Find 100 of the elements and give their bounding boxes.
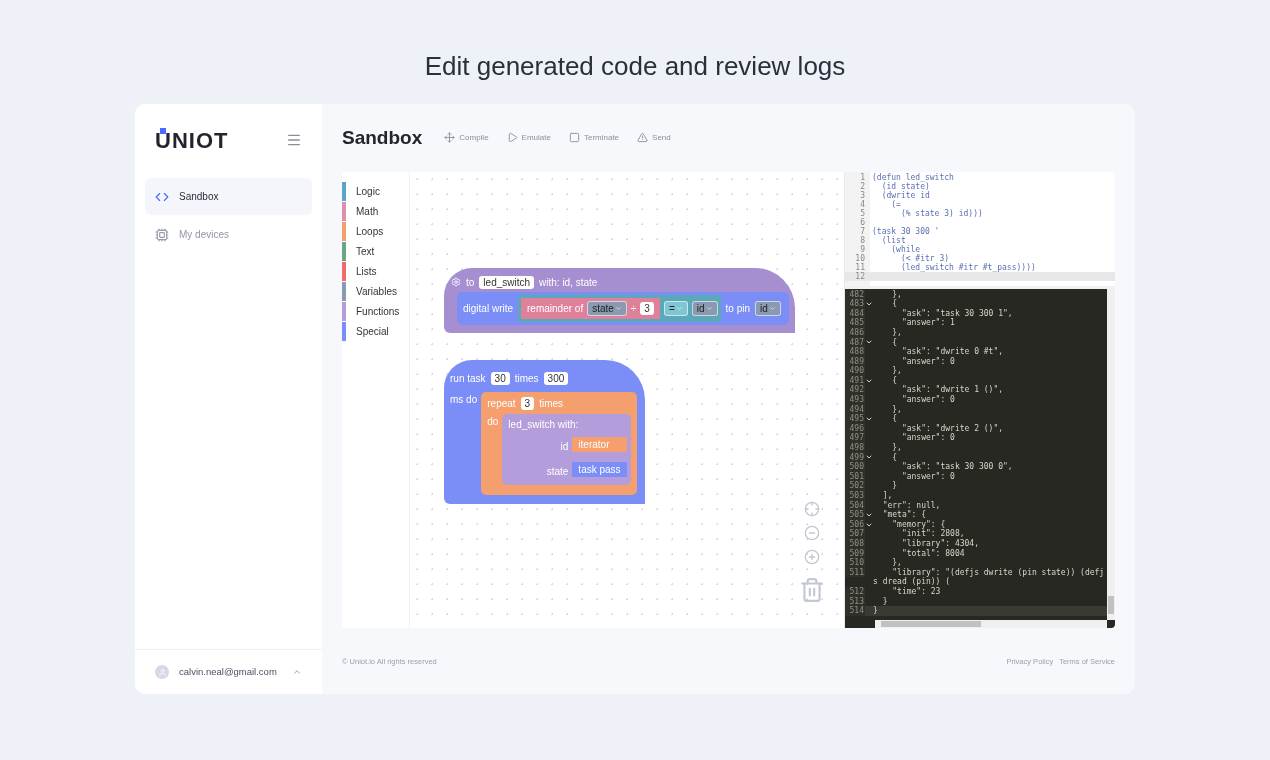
block-label: to pin	[725, 301, 751, 316]
log-line: "ask": "task 30 300 1",	[900, 308, 1014, 318]
log-line: "answer": 0	[900, 356, 956, 367]
function-name-field[interactable]: led_switch	[479, 275, 535, 289]
compare-block[interactable]: remainder of state ÷ 3 = id	[518, 294, 721, 322]
line-number: 484	[845, 308, 865, 319]
code-line: (% state 3) id)))	[899, 208, 983, 218]
code-line: (dwrite id	[880, 190, 930, 200]
line-number: 486	[845, 327, 865, 338]
block-label: run task	[450, 371, 486, 386]
line-number: 11	[854, 262, 865, 272]
line-number: 483	[845, 299, 865, 309]
code-line: (task 30 300 '	[872, 226, 940, 236]
line-number: 2	[859, 181, 865, 191]
log-line: "library": 4304,	[900, 539, 980, 549]
variable-dropdown[interactable]: id	[755, 300, 781, 316]
digital-write-block[interactable]: digital write remainder of state ÷ 3 = id to pin id	[457, 291, 789, 325]
code-line: (=	[890, 199, 901, 209]
chevron-up-icon[interactable]	[292, 667, 302, 677]
menu-button[interactable]	[286, 132, 302, 148]
category-item[interactable]: Lists	[356, 264, 377, 280]
log-line: "total": 8004	[900, 548, 966, 559]
nav-item[interactable]: Sandbox	[145, 178, 312, 215]
move-icon	[444, 132, 456, 144]
line-number: 493	[845, 395, 865, 405]
category-item[interactable]: Functions	[356, 304, 400, 320]
horizontal-scrollbar[interactable]	[875, 620, 1107, 629]
log-line: }	[873, 606, 879, 616]
zoom-in-icon[interactable]	[804, 548, 820, 565]
log-line: "ask": "task 30 300 0",	[900, 462, 1014, 472]
variable-dropdown[interactable]: state	[587, 300, 627, 316]
line-number: 509	[845, 548, 865, 559]
caret-icon	[705, 304, 713, 312]
user-email: calvin.neal@gmail.com	[179, 664, 277, 679]
task-block[interactable]: run task 30 times 300 ms do repeat 3 times do led_switch with: id iterator state task pass	[444, 359, 645, 504]
line-number: 489	[845, 356, 865, 367]
code-line: (led_switch #itr #t_pass))))	[899, 262, 1036, 272]
block-label: state	[546, 465, 569, 477]
line-number: 491	[845, 375, 865, 386]
warning-icon	[637, 132, 649, 144]
function-block[interactable]: to led_switch with: id, state digital write remainder of state ÷ 3 = id to pin id	[444, 267, 795, 333]
block-label: id	[560, 440, 569, 452]
line-number: 497	[845, 433, 865, 444]
line-number: 3	[859, 190, 865, 200]
line-number: 498	[845, 443, 865, 453]
log-line: },	[891, 327, 903, 338]
variable-dropdown[interactable]: id	[691, 300, 718, 316]
log-line: },	[891, 558, 903, 568]
chip-icon	[155, 227, 169, 242]
log-line: "time": 23	[891, 586, 942, 597]
caret-icon	[675, 304, 683, 312]
log-line: "ask": "dwrite 1 ()",	[900, 385, 1005, 395]
trash-icon[interactable]	[799, 576, 825, 603]
code-editor[interactable]: 1 (defun led_switch 2 (id state) 3 (dwrite id 4 (= 5 (% state 3) id))) 6 7 (task 30 300 ' 8 (list 9 (while 10 (< #itr 3) 11 (led_switch #itr #t_pass)))) 12	[845, 171, 1115, 286]
caret-icon	[768, 304, 776, 312]
line-number: 513	[845, 596, 865, 607]
log-line: "answer": 0	[900, 433, 956, 444]
log-line: "init": 2808,	[901, 529, 966, 539]
log-line: "meta": {	[881, 510, 927, 520]
line-number: 511	[845, 567, 865, 578]
log-line: }	[891, 481, 899, 491]
log-line: "answer": 0	[900, 471, 956, 482]
code-line: (while	[890, 244, 921, 254]
log-line: "library": "(defjs dwrite (pin state)) (defjs dread (pin)) (	[873, 567, 1106, 587]
log-line: "ask": "dwrite 0 #t",	[900, 347, 1005, 357]
category-item[interactable]: Loops	[356, 224, 384, 240]
line-number: 7	[859, 226, 865, 236]
line-number: 482	[845, 289, 865, 300]
operator-dropdown[interactable]: =	[663, 300, 688, 316]
category-item[interactable]: Math	[356, 204, 379, 220]
line-number: 6	[859, 217, 865, 227]
category-item[interactable]: Special	[356, 324, 389, 340]
block-label: repeat	[487, 396, 516, 411]
block-label: remainder of	[527, 301, 584, 316]
gear-icon[interactable]	[451, 277, 461, 288]
line-number: 502	[845, 481, 865, 491]
line-number: 503	[845, 491, 865, 501]
code-line: (< #itr 3)	[899, 253, 950, 263]
recenter-icon[interactable]	[804, 500, 820, 517]
code-line: (defun led_switch	[872, 172, 954, 182]
log-line: },	[891, 443, 903, 453]
vertical-scrollbar[interactable]	[1107, 288, 1115, 621]
category-item[interactable]: Variables	[356, 284, 397, 300]
number-field[interactable]: 3	[640, 301, 654, 315]
number-field[interactable]: 300	[543, 371, 569, 385]
log-line: {	[891, 414, 898, 424]
operator-label: ÷	[630, 301, 637, 316]
logo[interactable]: UNIOT	[155, 127, 229, 153]
remainder-block[interactable]: remainder of state ÷ 3	[521, 297, 660, 319]
block-label: with: id, state	[539, 275, 598, 290]
category-item[interactable]: Logic	[356, 184, 380, 200]
log-line: },	[891, 404, 903, 415]
play-icon	[506, 132, 518, 144]
zoom-out-icon[interactable]	[804, 524, 820, 541]
block-label: digital write	[463, 301, 514, 316]
number-field[interactable]: 30	[490, 371, 510, 385]
category-item[interactable]: Text	[356, 244, 375, 260]
repeat-block[interactable]: repeat 3 times do led_switch with: id iterator state task pass	[481, 391, 637, 495]
line-number: 4	[859, 199, 865, 209]
number-field[interactable]: 3	[520, 396, 535, 410]
